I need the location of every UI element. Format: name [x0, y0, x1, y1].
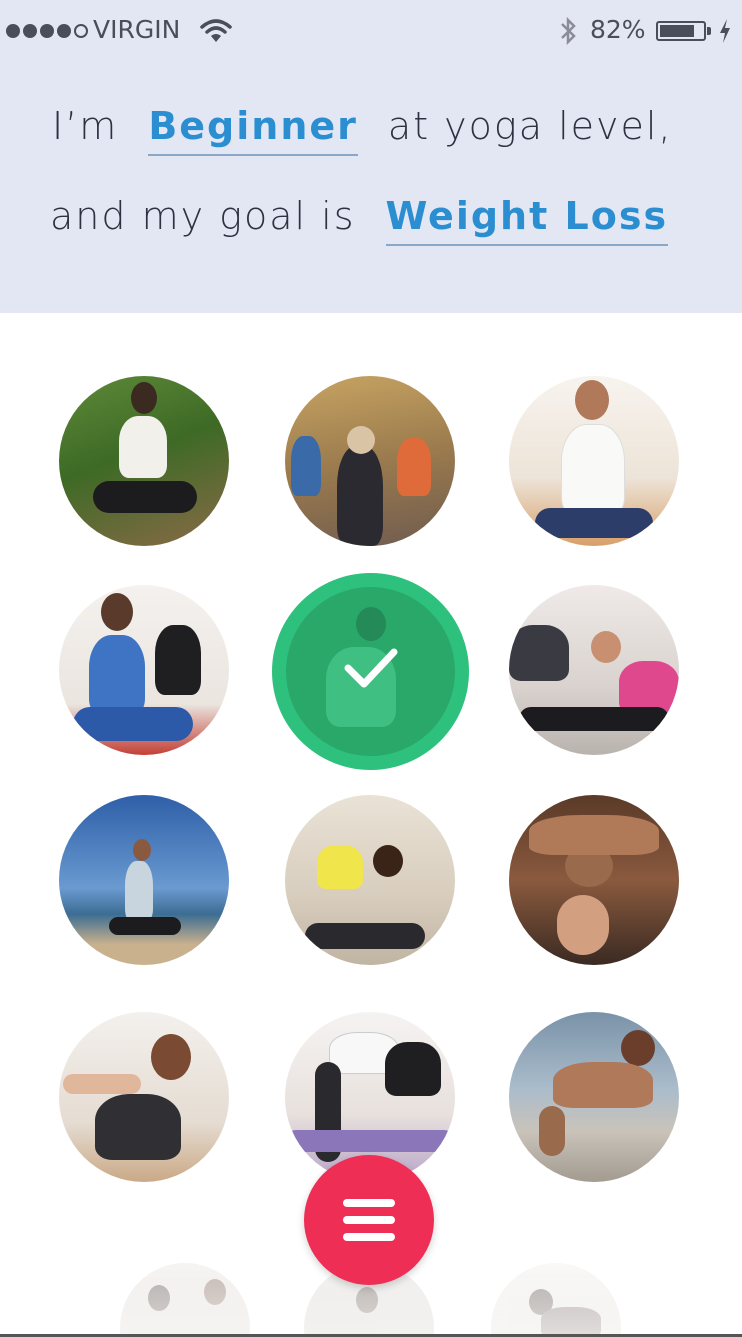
photo-figure — [561, 424, 625, 516]
photo-figure — [204, 1279, 226, 1305]
signal-dot — [74, 24, 88, 38]
charging-bolt-icon — [720, 19, 730, 43]
signal-dot — [40, 24, 54, 38]
yoga-option-9[interactable] — [509, 795, 679, 965]
photo-figure — [291, 436, 321, 496]
status-bar: VIRGIN 82% — [0, 0, 742, 62]
yoga-option-2[interactable] — [285, 376, 455, 546]
photo-figure — [619, 661, 679, 713]
bluetooth-icon — [561, 17, 576, 45]
photo-figure — [356, 1287, 378, 1313]
photo-figure — [356, 607, 386, 641]
yoga-option-6[interactable] — [509, 585, 679, 755]
photo-figure — [89, 635, 145, 715]
yoga-option-15[interactable] — [491, 1263, 621, 1337]
photo-figure — [151, 1034, 191, 1080]
signal-strength-icon — [6, 24, 88, 38]
photo-figure — [397, 438, 431, 496]
battery-level-fill — [660, 25, 694, 37]
battery-tip — [707, 27, 711, 35]
header: VIRGIN 82% I’m Beginner at yoga level, and… — [0, 0, 742, 313]
hamburger-menu-icon — [343, 1216, 395, 1224]
prompt-text-goal: and my goal is — [50, 194, 356, 238]
photo-figure — [373, 845, 403, 877]
photo-figure — [385, 1042, 441, 1096]
photo-figure — [621, 1030, 655, 1066]
hamburger-menu-icon — [343, 1199, 395, 1207]
photo-figure — [509, 625, 569, 681]
photo-figure — [317, 845, 363, 889]
signal-dot — [23, 24, 37, 38]
yoga-option-8[interactable] — [285, 795, 455, 965]
level-selector[interactable]: Beginner — [148, 104, 358, 156]
photo-figure — [337, 446, 383, 546]
photo-figure — [535, 508, 653, 538]
prompt-line-2: and my goal is Weight Loss — [50, 194, 700, 246]
goal-selector[interactable]: Weight Loss — [385, 194, 669, 246]
menu-button[interactable] — [304, 1155, 434, 1285]
photo-figure — [63, 1074, 141, 1094]
photo-figure — [148, 1285, 170, 1311]
yoga-option-7[interactable] — [59, 795, 229, 965]
wifi-icon — [200, 19, 232, 42]
photo-figure — [109, 917, 181, 935]
photo-figure — [93, 481, 197, 513]
battery-icon — [656, 21, 706, 41]
hamburger-menu-icon — [343, 1233, 395, 1241]
carrier-name: VIRGIN — [93, 15, 181, 44]
prompt-line-1: I’m Beginner at yoga level, — [52, 104, 692, 156]
photo-figure — [541, 1307, 601, 1337]
yoga-option-1[interactable] — [59, 376, 229, 546]
photo-figure — [529, 815, 659, 855]
signal-dot — [57, 24, 71, 38]
battery-percentage: 82% — [590, 15, 646, 44]
photo-figure — [347, 426, 375, 454]
photo-figure — [575, 380, 609, 420]
signal-dot — [6, 24, 20, 38]
photo-figure — [285, 1130, 455, 1152]
photo-figure — [95, 1094, 181, 1160]
photo-figure — [519, 707, 669, 731]
yoga-picker-screen: VIRGIN 82% I’m Beginner at yoga level, and… — [0, 0, 742, 1337]
photo-figure — [133, 839, 151, 861]
yoga-option-3[interactable] — [509, 376, 679, 546]
yoga-option-12[interactable] — [509, 1012, 679, 1182]
photo-figure — [101, 593, 133, 631]
photo-figure — [155, 625, 201, 695]
photo-figure — [125, 861, 153, 921]
checkmark-icon — [344, 648, 398, 688]
prompt-text-im: I’m — [52, 104, 119, 148]
yoga-option-10[interactable] — [59, 1012, 229, 1182]
photo-figure — [131, 382, 157, 414]
yoga-option-4[interactable] — [59, 585, 229, 755]
photo-figure — [305, 923, 425, 949]
photo-figure — [557, 895, 609, 955]
photo-figure — [73, 707, 193, 741]
photo-figure — [553, 1062, 653, 1108]
photo-figure — [539, 1106, 565, 1156]
photo-figure — [119, 416, 167, 478]
prompt-text-level: at yoga level, — [387, 104, 673, 148]
yoga-option-13[interactable] — [120, 1263, 250, 1337]
photo-figure — [591, 631, 621, 663]
